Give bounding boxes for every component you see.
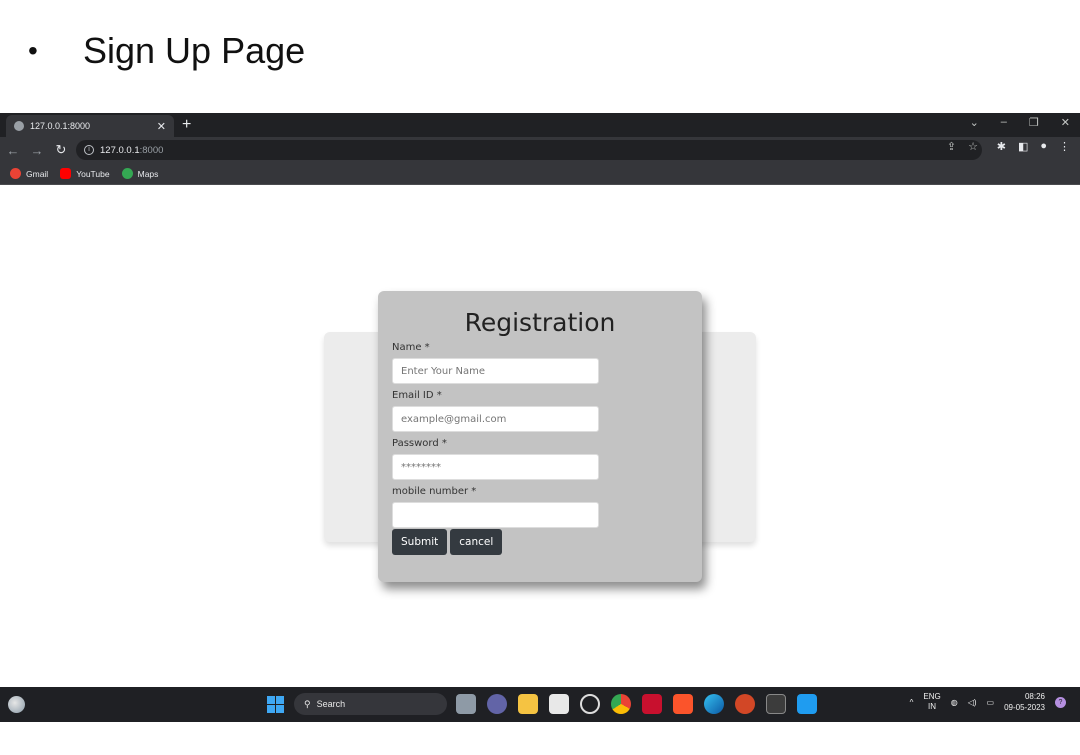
form-buttons: Submit cancel xyxy=(392,529,688,555)
new-tab-button[interactable]: + xyxy=(182,116,191,134)
search-icon: ⚲ xyxy=(304,698,311,709)
info-icon[interactable]: i xyxy=(84,145,94,155)
name-input[interactable] xyxy=(392,358,599,384)
bookmark-maps[interactable]: Maps xyxy=(121,168,159,179)
browser-tab[interactable]: 127.0.0.1:8000 ✕ xyxy=(6,115,174,137)
side-panel-icon[interactable]: ◧ xyxy=(1018,140,1028,153)
battery-icon[interactable]: ▭ xyxy=(987,698,995,707)
registration-form: Registration Name * Email ID * Password … xyxy=(378,291,702,582)
google-icon xyxy=(10,168,21,179)
clock-date: 09-05-2023 xyxy=(1004,703,1045,712)
share-icon[interactable]: ⇪ xyxy=(947,140,956,153)
forward-icon[interactable]: → xyxy=(26,143,48,158)
bookmark-label: YouTube xyxy=(76,168,110,179)
taskbar: ⚲ Search ^ ENG IN ◍ ◁) ▭ 08:26 09-05-202… xyxy=(0,687,1080,722)
clock-time: 08:26 xyxy=(1024,692,1045,701)
edge-icon[interactable] xyxy=(704,694,724,714)
maps-icon xyxy=(121,168,133,179)
slide-title-text: Sign Up Page xyxy=(83,30,306,71)
bookmark-gmail[interactable]: Gmail xyxy=(10,168,48,179)
lang-line2: IN xyxy=(928,702,937,711)
password-input[interactable] xyxy=(392,454,599,480)
browser-toolbar: ← → ↻ i 127.0.0.1:8000 xyxy=(0,137,1080,163)
address-host: 127.0.0.1 xyxy=(100,144,140,156)
email-label: Email ID * xyxy=(392,390,442,401)
restore-icon[interactable]: ❐ xyxy=(1029,116,1039,129)
mcafee-icon[interactable] xyxy=(642,694,662,714)
mobile-label: mobile number * xyxy=(392,486,477,497)
extensions-icon[interactable]: ✱ xyxy=(997,140,1006,153)
window-controls: ⌄ – ❐ ✕ xyxy=(970,116,1070,129)
form-heading: Registration xyxy=(464,308,616,337)
page-content: Registration Name * Email ID * Password … xyxy=(0,185,1080,687)
back-icon[interactable]: ← xyxy=(2,143,24,158)
bullet: • xyxy=(28,35,38,66)
taskbar-search[interactable]: ⚲ Search xyxy=(294,693,447,715)
bookmark-label: Maps xyxy=(137,168,159,179)
clock[interactable]: 08:26 09-05-2023 xyxy=(1004,691,1045,713)
address-bar[interactable]: i 127.0.0.1:8000 xyxy=(76,140,982,160)
bookmark-label: Gmail xyxy=(26,168,49,179)
notification-icon[interactable]: ? xyxy=(1055,696,1066,708)
email-input[interactable] xyxy=(392,406,599,432)
language-indicator[interactable]: ENG IN xyxy=(923,692,940,712)
youtube-icon xyxy=(60,168,72,179)
file-explorer-icon[interactable] xyxy=(518,694,538,714)
store-icon[interactable] xyxy=(549,694,569,714)
chrome-icon[interactable] xyxy=(611,694,631,714)
minimize-icon[interactable]: – xyxy=(1001,116,1007,129)
task-view-icon[interactable] xyxy=(456,694,476,714)
powerpoint-icon[interactable] xyxy=(735,694,755,714)
menu-icon[interactable]: ⋮ xyxy=(1059,140,1070,153)
browser-screenshot: 127.0.0.1:8000 ✕ + ⌄ – ❐ ✕ ← → ↻ i 127.0… xyxy=(0,113,1080,722)
reload-icon[interactable]: ↻ xyxy=(50,142,72,158)
terminal-icon[interactable] xyxy=(766,694,786,714)
search-label: Search xyxy=(316,699,346,709)
network-icon[interactable]: ◍ xyxy=(951,698,958,707)
profile-icon[interactable]: ● xyxy=(1040,140,1047,153)
taskbar-apps xyxy=(456,694,817,714)
weather-icon[interactable] xyxy=(8,696,25,713)
vscode-icon[interactable] xyxy=(797,694,817,714)
dell-icon[interactable] xyxy=(580,694,600,714)
toolbar-actions: ✱ ◧ ● ⋮ xyxy=(997,140,1070,153)
bookmark-star-icon[interactable]: ☆ xyxy=(968,140,978,153)
globe-icon xyxy=(14,121,24,131)
windows-start-icon[interactable] xyxy=(267,696,284,713)
tab-strip: 127.0.0.1:8000 ✕ + ⌄ – ❐ ✕ xyxy=(0,113,1080,137)
tab-search-icon[interactable]: ⌄ xyxy=(970,116,979,129)
system-tray: ^ ENG IN ◍ ◁) ▭ 08:26 09-05-2023 ? xyxy=(910,691,1066,713)
chevron-up-icon[interactable]: ^ xyxy=(910,698,914,707)
password-label: Password * xyxy=(392,438,447,449)
teams-chat-icon[interactable] xyxy=(487,694,507,714)
bookmark-youtube[interactable]: YouTube xyxy=(60,168,110,179)
tab-title: 127.0.0.1:8000 xyxy=(30,121,91,131)
slide-title: • Sign Up Page xyxy=(28,26,305,76)
omnibox-actions: ⇪ ☆ xyxy=(947,140,978,153)
lang-line1: ENG xyxy=(923,692,941,701)
address-port: :8000 xyxy=(139,144,164,156)
close-window-icon[interactable]: ✕ xyxy=(1061,116,1070,129)
submit-button[interactable]: Submit xyxy=(392,529,448,555)
close-tab-icon[interactable]: ✕ xyxy=(157,120,166,133)
name-label: Name * xyxy=(392,342,430,353)
mobile-input[interactable] xyxy=(392,502,599,528)
brave-icon[interactable] xyxy=(673,694,693,714)
bookmarks-bar: Gmail YouTube Maps xyxy=(0,163,1080,185)
volume-icon[interactable]: ◁) xyxy=(968,698,977,707)
cancel-button[interactable]: cancel xyxy=(450,529,503,555)
